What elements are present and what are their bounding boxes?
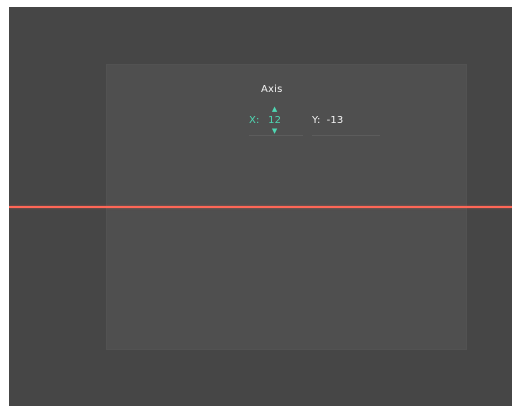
x-axis-control[interactable]: X: ▲ 12 ▼ (249, 104, 303, 136)
left-border (0, 7, 9, 406)
panel-title: Axis (261, 84, 283, 95)
up-arrow-icon[interactable]: ▲ (272, 105, 278, 113)
down-arrow-icon[interactable]: ▼ (272, 127, 278, 135)
y-value: -13 (326, 114, 344, 126)
y-axis-underline (312, 135, 380, 136)
x-label: X: (249, 114, 260, 126)
x-value-stepper[interactable]: ▲ 12 ▼ (266, 105, 284, 134)
app-viewport: Axis X: ▲ 12 ▼ Y: -13 (9, 7, 512, 406)
x-axis-underline (249, 135, 303, 136)
axis-controls: X: ▲ 12 ▼ Y: -13 (249, 104, 409, 136)
y-label: Y: (312, 114, 321, 126)
y-axis-control[interactable]: Y: -13 (312, 104, 380, 136)
x-value: 12 (268, 114, 282, 126)
horizontal-red-line (9, 206, 512, 208)
